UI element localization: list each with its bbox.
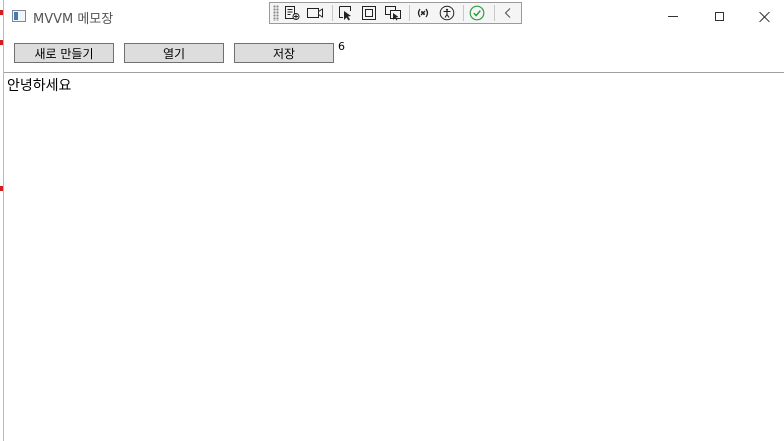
- check-status-button[interactable]: [467, 3, 488, 23]
- check-ok-icon: [469, 5, 485, 21]
- toolbar-separator: [493, 5, 495, 21]
- save-button[interactable]: 저장: [234, 43, 334, 63]
- xaml-debug-toolbar: [269, 2, 522, 24]
- record-button[interactable]: [305, 3, 326, 23]
- binding-failures-icon: [418, 8, 429, 18]
- track-focus-icon: [384, 6, 401, 21]
- binding-failures-button[interactable]: [413, 3, 434, 23]
- open-button[interactable]: 열기: [124, 43, 224, 63]
- accessibility-button[interactable]: [437, 3, 458, 23]
- collapse-toolbar-button[interactable]: [497, 3, 518, 23]
- minimize-icon: [668, 16, 678, 17]
- maximize-button[interactable]: [696, 0, 742, 33]
- new-button[interactable]: 새로 만들기: [14, 43, 114, 63]
- accessibility-icon: [439, 5, 455, 21]
- toolbar-separator: [331, 5, 333, 21]
- toolbar-separator: [409, 5, 411, 21]
- character-count: 6: [338, 40, 345, 53]
- layout-adorners-button[interactable]: [359, 3, 380, 23]
- record-icon: [307, 8, 324, 18]
- app-icon: [12, 10, 26, 22]
- minimize-button[interactable]: [650, 0, 696, 33]
- close-button[interactable]: [742, 0, 784, 33]
- app-window: MVVM 메모장 새로 만들기 열기 저장 6 안녕하세요: [3, 0, 784, 441]
- toolbar-grip[interactable]: [273, 5, 279, 21]
- close-icon: [759, 11, 771, 23]
- toolbar-separator: [463, 5, 465, 21]
- maximize-icon: [714, 12, 724, 21]
- track-focus-button[interactable]: [383, 3, 404, 23]
- select-element-button[interactable]: [336, 3, 357, 23]
- collapse-chevron-icon: [504, 8, 511, 18]
- command-bar: 새로 만들기 열기 저장 6: [4, 33, 784, 72]
- display-layout-adorners-icon: [362, 6, 377, 20]
- window-title: MVVM 메모장: [33, 12, 114, 27]
- live-visual-tree-icon: [284, 6, 300, 20]
- select-element-icon: [338, 6, 351, 21]
- memo-text-area[interactable]: 안녕하세요: [4, 73, 784, 441]
- live-visual-tree-button[interactable]: [282, 3, 303, 23]
